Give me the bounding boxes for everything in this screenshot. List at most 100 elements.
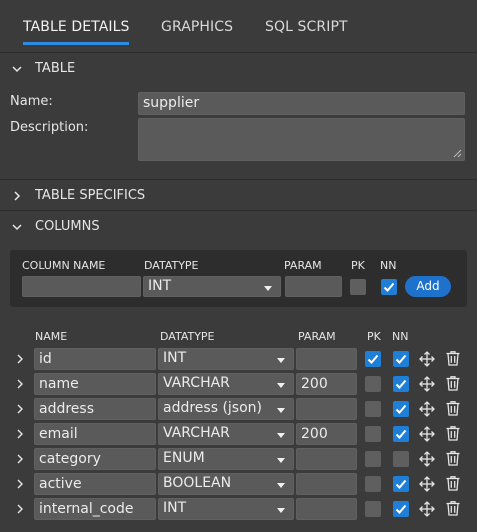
column-param-input[interactable]: 200 [296, 423, 357, 445]
column-pk-checkbox[interactable] [365, 401, 381, 417]
chevron-right-icon[interactable] [15, 404, 25, 414]
column-name-input[interactable]: email [34, 423, 156, 445]
new-column-pk-header: PK [351, 259, 365, 272]
tab-table-details[interactable]: TABLE DETAILS [23, 19, 130, 35]
checkmark-icon [395, 354, 407, 364]
chevron-right-icon[interactable] [15, 429, 25, 439]
new-column-param-input[interactable] [285, 276, 342, 297]
dropdown-caret-icon [277, 408, 285, 413]
new-column-pk-checkbox[interactable] [350, 279, 366, 295]
tab-sql-script[interactable]: SQL SCRIPT [265, 19, 348, 35]
move-arrows-icon[interactable] [418, 375, 436, 393]
column-datatype-select[interactable]: ENUM [158, 448, 294, 470]
column-param-input[interactable] [296, 348, 357, 370]
checkmark-icon [395, 404, 407, 414]
move-arrows-icon[interactable] [418, 425, 436, 443]
chevron-right-icon[interactable] [15, 354, 25, 364]
trash-icon[interactable] [444, 399, 462, 417]
column-param-input[interactable] [296, 498, 357, 520]
table-description-textarea[interactable] [138, 118, 465, 161]
new-column-datatype-select[interactable]: INT [143, 276, 281, 297]
dropdown-caret-icon [264, 286, 272, 291]
checkmark-icon [367, 354, 379, 364]
column-name-input[interactable]: name [34, 373, 156, 395]
column-name-input[interactable]: address [34, 398, 156, 420]
column-datatype-select[interactable]: VARCHAR [158, 423, 294, 445]
column-param-input[interactable]: 200 [296, 373, 357, 395]
column-param-input[interactable] [296, 398, 357, 420]
column-nn-checkbox[interactable] [393, 476, 409, 492]
section-title-table: TABLE [35, 61, 76, 76]
move-arrows-icon[interactable] [418, 450, 436, 468]
tab-graphics[interactable]: GRAPHICS [161, 19, 233, 35]
columns-pk-header: PK [367, 330, 381, 343]
column-datatype-select[interactable]: INT [158, 498, 294, 520]
move-arrows-icon[interactable] [418, 475, 436, 493]
chevron-right-icon[interactable] [15, 454, 25, 464]
trash-icon[interactable] [444, 349, 462, 367]
column-pk-checkbox[interactable] [365, 476, 381, 492]
column-datatype-select[interactable]: VARCHAR [158, 373, 294, 395]
chevron-right-icon[interactable] [15, 479, 25, 489]
column-name-input[interactable]: id [34, 348, 156, 370]
new-column-nn-header: NN [380, 259, 397, 272]
column-pk-checkbox[interactable] [365, 501, 381, 517]
column-nn-checkbox[interactable] [393, 401, 409, 417]
chevron-right-icon [14, 191, 21, 201]
checkmark-icon [383, 282, 395, 292]
move-arrows-icon[interactable] [418, 350, 436, 368]
table-name-input[interactable]: supplier [138, 92, 465, 115]
chevron-right-icon[interactable] [15, 504, 25, 514]
new-column-datatype-value: INT [148, 278, 172, 294]
columns-param-header: PARAM [298, 330, 336, 343]
column-datatype-value: address (json) [163, 400, 262, 416]
new-column-param-header: PARAM [284, 259, 322, 272]
move-arrows-icon[interactable] [418, 500, 436, 518]
section-table-header[interactable]: TABLE [0, 52, 477, 84]
column-pk-checkbox[interactable] [365, 351, 381, 367]
description-label: Description: [10, 120, 89, 135]
column-datatype-value: VARCHAR [163, 375, 230, 391]
new-column-nn-checkbox[interactable] [381, 279, 397, 295]
columns-nn-header: NN [392, 330, 409, 343]
section-columns-header[interactable]: COLUMNS [0, 210, 477, 242]
column-datatype-value: INT [163, 350, 187, 366]
columns-datatype-header: DATATYPE [160, 330, 215, 343]
dropdown-caret-icon [277, 358, 285, 363]
section-title-table-specifics: TABLE SPECIFICS [35, 188, 146, 203]
column-pk-checkbox[interactable] [365, 451, 381, 467]
section-title-columns: COLUMNS [35, 219, 100, 234]
column-nn-checkbox[interactable] [393, 376, 409, 392]
active-tab-indicator [23, 42, 129, 45]
column-param-input[interactable] [296, 448, 357, 470]
dropdown-caret-icon [277, 508, 285, 513]
column-param-input[interactable] [296, 473, 357, 495]
column-nn-checkbox[interactable] [393, 501, 409, 517]
new-column-name-input[interactable] [22, 276, 141, 297]
chevron-right-icon[interactable] [15, 379, 25, 389]
trash-icon[interactable] [444, 449, 462, 467]
resize-grip-icon[interactable] [453, 149, 462, 158]
column-datatype-select[interactable]: INT [158, 348, 294, 370]
dropdown-caret-icon [277, 383, 285, 388]
trash-icon[interactable] [444, 374, 462, 392]
add-column-button[interactable]: Add [405, 276, 451, 297]
column-nn-checkbox[interactable] [393, 351, 409, 367]
column-datatype-select[interactable]: address (json) [158, 398, 294, 420]
move-arrows-icon[interactable] [418, 400, 436, 418]
column-nn-checkbox[interactable] [393, 426, 409, 442]
column-pk-checkbox[interactable] [365, 376, 381, 392]
trash-icon[interactable] [444, 424, 462, 442]
section-table-specifics-header[interactable]: TABLE SPECIFICS [0, 179, 477, 211]
column-name-input[interactable]: active [34, 473, 156, 495]
trash-icon[interactable] [444, 474, 462, 492]
checkmark-icon [395, 379, 407, 389]
column-datatype-select[interactable]: BOOLEAN [158, 473, 294, 495]
column-nn-checkbox[interactable] [393, 451, 409, 467]
checkmark-icon [395, 479, 407, 489]
trash-icon[interactable] [444, 499, 462, 517]
column-name-input[interactable]: internal_code [34, 498, 156, 520]
column-name-input[interactable]: category [34, 448, 156, 470]
dropdown-caret-icon [277, 483, 285, 488]
column-pk-checkbox[interactable] [365, 426, 381, 442]
